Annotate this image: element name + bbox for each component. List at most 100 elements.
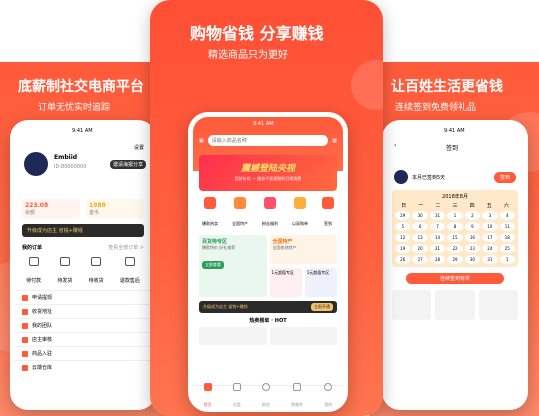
calendar-day[interactable]: 13	[412, 233, 428, 242]
settings-link[interactable]: 设置	[134, 144, 144, 151]
center-subtitle: 精选商品只为更好	[208, 50, 288, 61]
order-tab[interactable]: 待收货	[89, 257, 104, 286]
calendar-day[interactable]: 15	[447, 233, 463, 242]
orders-title: 我的订单	[22, 245, 43, 251]
calendar-day[interactable]: 29	[447, 255, 463, 264]
open-store-button[interactable]: 立即开通	[311, 303, 333, 311]
menu-item[interactable]: 店主审核	[14, 332, 152, 346]
search-input[interactable]	[207, 135, 329, 146]
calendar-day[interactable]: 1	[447, 211, 463, 220]
gift-item[interactable]	[392, 290, 432, 320]
calendar-day[interactable]: 31	[429, 211, 446, 220]
gift-item[interactable]	[478, 290, 518, 320]
scan-icon[interactable]: ▣	[199, 138, 204, 144]
coins-card[interactable]: 1988 金币	[86, 199, 144, 219]
back-icon[interactable]: ‹	[394, 142, 396, 149]
truck-icon	[91, 257, 102, 266]
calendar-day[interactable]: 24	[482, 244, 498, 253]
calendar-day[interactable]: 6	[412, 222, 428, 231]
calendar-day[interactable]: 9	[464, 222, 481, 231]
zone-card[interactable]: 全国特产 全国各地特产	[269, 235, 337, 264]
home-banner[interactable]: 震撼登陆央视 货好价优 — 服务千家星期的日常消费	[199, 155, 337, 191]
calendar-day[interactable]: 31	[482, 255, 498, 264]
avatar	[394, 170, 408, 184]
calendar: 2018年8月 日一二三四五六 29 30 31 1 2 3 4 5 6 7 8 9 10 11 12 13 1…	[392, 190, 518, 267]
calendar-day[interactable]: 4	[499, 211, 515, 220]
coins-label: 金币	[89, 210, 100, 216]
product-thumb[interactable]	[269, 327, 337, 345]
center-title: 购物省钱 分享赚钱	[190, 24, 324, 43]
calendar-month: 2018年8月	[442, 194, 468, 200]
calendar-day[interactable]: 10	[482, 222, 498, 231]
right-phone: 9:41 AM ‹ 签到 本月已签到5天 签到 2018年8月 日一二三四五六 …	[382, 120, 528, 410]
calendar-day[interactable]: 7	[429, 222, 446, 231]
calendar-day[interactable]: 16	[464, 233, 481, 242]
calendar-day[interactable]: 3	[482, 211, 498, 220]
day-grid: 29 30 31 1 2 3 4 5 6 7 8 9 10 11 12 13 14 15 16 17 18 19 20 21 2…	[395, 211, 515, 264]
calendar-day[interactable]: 22	[447, 244, 463, 253]
home-icon	[203, 383, 212, 391]
menu-item[interactable]: 商品入驻	[14, 346, 152, 360]
hot-list-title: 热卖榜单 · HOT	[249, 318, 287, 324]
tab-cart[interactable]: 购物车	[291, 383, 303, 407]
specialty-icon	[234, 197, 246, 209]
category-item[interactable]: 全国特产	[232, 197, 248, 229]
calendar-day[interactable]: 1	[499, 255, 515, 264]
calendar-day[interactable]: 25	[499, 244, 515, 253]
banner-title: 震撼登陆央视	[240, 164, 295, 174]
refund-icon	[124, 257, 135, 266]
category-item[interactable]: 以采购单	[292, 197, 308, 229]
menu-item[interactable]: 云端仓库	[14, 360, 152, 374]
zone-card[interactable]: 1元超值专区	[269, 267, 302, 297]
calendar-day[interactable]: 29	[395, 211, 411, 220]
category-item[interactable]: 粉丝福利	[262, 197, 278, 229]
product-thumb[interactable]	[199, 327, 267, 345]
calendar-day[interactable]: 20	[412, 244, 428, 253]
calendar-day[interactable]: 11	[499, 222, 515, 231]
status-time: 9:41 AM	[72, 128, 93, 134]
upgrade-banner[interactable]: 升级成为店主 省钱+赚钱 立即开通	[199, 301, 337, 313]
view-all-orders-link[interactable]: 查看全部订单 >	[108, 244, 144, 251]
calendar-day[interactable]: 23	[464, 244, 481, 253]
calendar-day[interactable]: 30	[412, 211, 428, 220]
calendar-day[interactable]: 14	[429, 233, 446, 242]
calendar-day[interactable]: 5	[395, 222, 411, 231]
tab-category[interactable]: 分类	[232, 383, 241, 407]
menu-item[interactable]: 申请提现	[14, 290, 152, 304]
calendar-day[interactable]: 8	[447, 222, 463, 231]
balance-card[interactable]: 223.08 余额	[22, 199, 80, 219]
calendar-day[interactable]: 2	[464, 211, 481, 220]
calendar-day[interactable]: 12	[395, 233, 411, 242]
status-time: 9:41 AM	[253, 121, 274, 127]
tab-mine[interactable]: 我的	[324, 383, 333, 407]
calendar-day[interactable]: 19	[395, 244, 411, 253]
checkin-icon	[322, 197, 334, 209]
zone-card[interactable]: 百货特专区 爆款特价 好礼推荐 立即查看	[199, 235, 267, 297]
menu-item[interactable]: 我的团队	[14, 318, 152, 332]
menu-list: 申请提现 收货地址 我的团队 店主审核 商品入驻 云端仓库	[14, 290, 152, 374]
avatar[interactable]	[24, 152, 48, 176]
tab-fans[interactable]: 粉丝	[261, 383, 270, 407]
gift-item[interactable]	[435, 290, 475, 320]
calendar-day[interactable]: 18	[499, 233, 515, 242]
invite-badge[interactable]: 邀请海报分享	[109, 160, 146, 169]
category-item[interactable]: 爆款热卖	[202, 197, 218, 229]
order-tab[interactable]: 待付款	[26, 257, 41, 286]
calendar-day[interactable]: 17	[482, 233, 498, 242]
tab-home[interactable]: 首页	[203, 383, 212, 407]
zone-card[interactable]: 1元超值专区	[304, 267, 337, 297]
category-item[interactable]: 签到	[322, 197, 334, 229]
order-tab[interactable]: 退款售后	[120, 257, 140, 286]
weekday-row: 日一二三四五六	[395, 202, 515, 209]
orders-header: 我的订单 查看全部订单 >	[14, 242, 152, 253]
qr-icon[interactable]: ▦	[332, 138, 337, 144]
calendar-day[interactable]: 21	[429, 244, 446, 253]
order-tab[interactable]: 待发货	[57, 257, 72, 286]
menu-item[interactable]: 收货地址	[14, 304, 152, 318]
calendar-day[interactable]: 28	[429, 255, 446, 264]
calendar-day[interactable]: 26	[395, 255, 411, 264]
calendar-day[interactable]: 27	[412, 255, 428, 264]
calendar-day[interactable]: 30	[464, 255, 481, 264]
sign-in-button[interactable]: 签到	[493, 171, 516, 183]
upgrade-banner[interactable]: 升级成为店主 省钱+赚钱	[22, 224, 144, 237]
